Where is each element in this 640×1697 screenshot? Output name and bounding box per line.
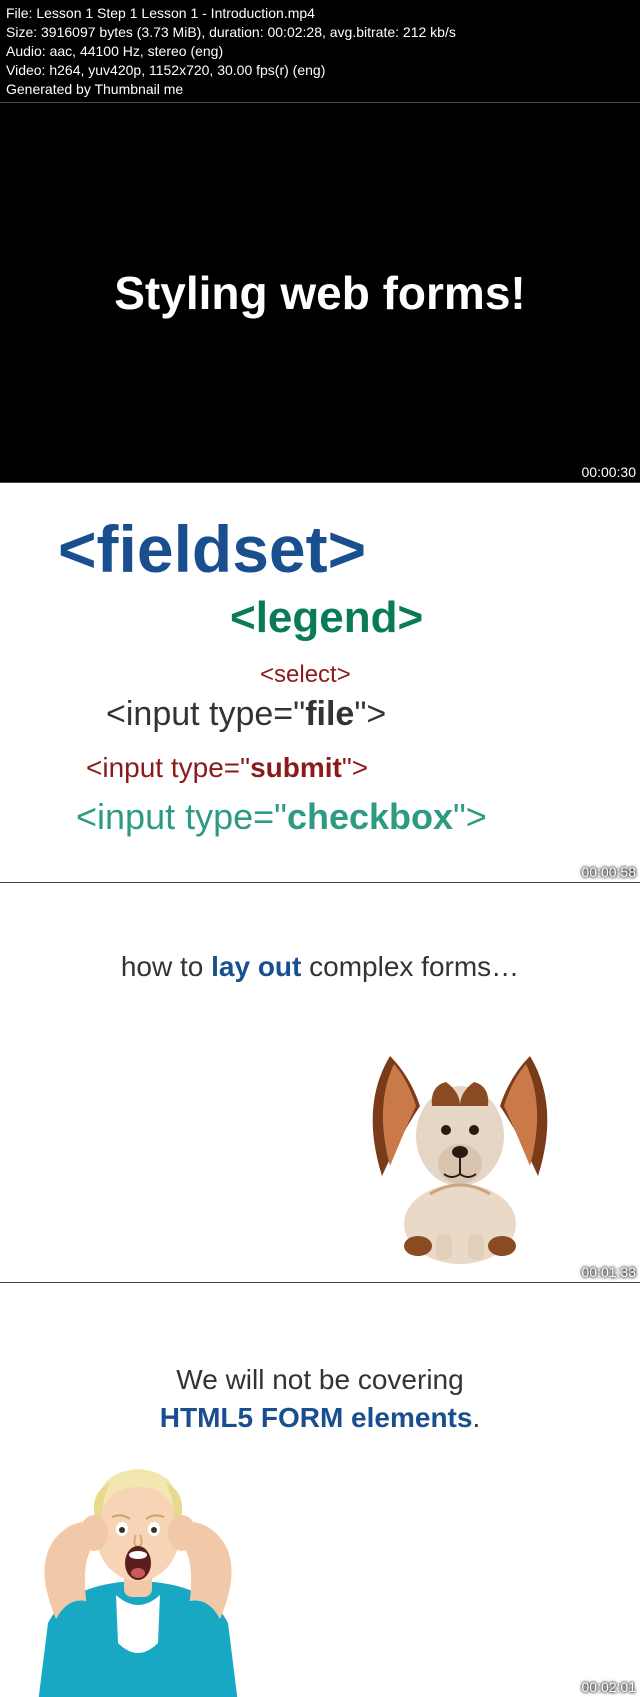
caption-post: complex forms… — [301, 951, 519, 982]
timestamp: 00:00:58 — [582, 864, 637, 880]
meta-file: File: Lesson 1 Step 1 Lesson 1 - Introdu… — [6, 4, 634, 23]
input-submit-type: submit — [250, 752, 342, 783]
meta-generator: Generated by Thumbnail me — [6, 80, 634, 99]
input-file-post: "> — [354, 695, 386, 733]
timestamp: 00:02:01 — [582, 1679, 637, 1695]
input-checkbox-type: checkbox — [287, 796, 453, 837]
caption-pre: how to — [121, 951, 211, 982]
slide-title: Styling web forms! — [114, 266, 525, 320]
slide-caption: We will not be covering HTML5 FORM eleme… — [0, 1361, 640, 1437]
caption-emph: HTML5 FORM elements — [160, 1402, 473, 1433]
thumbnail-frame-1: Styling web forms! 00:00:30 — [0, 102, 640, 482]
input-checkbox-pre: <input type=" — [76, 796, 287, 837]
tag-fieldset: <fieldset> — [58, 511, 620, 587]
input-submit-post: "> — [342, 752, 368, 783]
video-metadata: File: Lesson 1 Step 1 Lesson 1 - Introdu… — [0, 0, 640, 102]
thumbnail-frame-3: how to lay out complex forms… 00:01:33 — [0, 882, 640, 1282]
meta-video: Video: h264, yuv420p, 1152x720, 30.00 fp… — [6, 61, 634, 80]
tag-input-checkbox: <input type="checkbox"> — [76, 796, 620, 838]
slide-caption: how to lay out complex forms… — [0, 951, 640, 983]
caption-line1: We will not be covering — [176, 1364, 463, 1395]
person-image — [8, 1443, 268, 1697]
timestamp: 00:01:33 — [582, 1264, 637, 1280]
input-checkbox-post: "> — [453, 796, 487, 837]
tag-legend: <legend> — [230, 593, 620, 643]
timestamp: 00:00:30 — [582, 464, 637, 480]
thumbnail-frame-4: We will not be covering HTML5 FORM eleme… — [0, 1282, 640, 1697]
caption-post: . — [472, 1402, 480, 1433]
input-file-pre: <input type=" — [106, 695, 305, 733]
meta-audio: Audio: aac, 44100 Hz, stereo (eng) — [6, 42, 634, 61]
thumbnail-frame-2: <fieldset> <legend> <select> <input type… — [0, 482, 640, 882]
input-file-type: file — [305, 695, 354, 733]
tag-input-submit: <input type="submit"> — [86, 752, 620, 784]
input-submit-pre: <input type=" — [86, 752, 250, 783]
tag-select: <select> — [260, 661, 620, 689]
caption-emph: lay out — [211, 951, 301, 982]
dog-image — [330, 1046, 590, 1266]
tag-input-file: <input type="file"> — [106, 695, 620, 734]
meta-size: Size: 3916097 bytes (3.73 MiB), duration… — [6, 23, 634, 42]
